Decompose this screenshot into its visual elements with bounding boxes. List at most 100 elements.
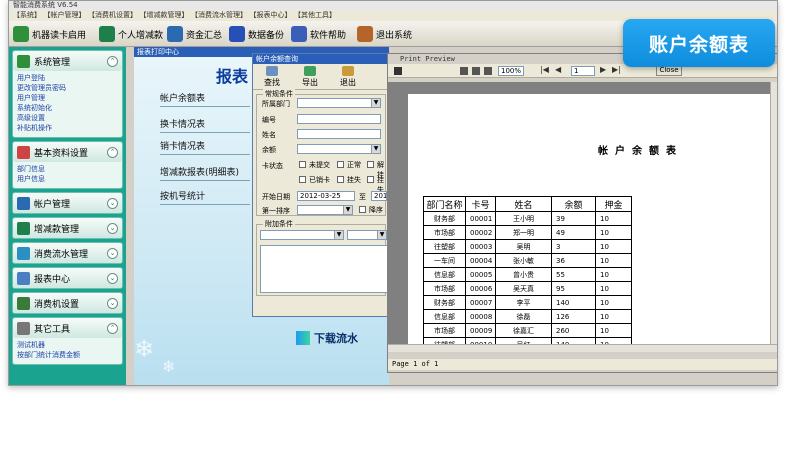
status-cancelled-checkbox[interactable] [299,176,306,183]
full-page-icon[interactable] [484,67,492,75]
name-input[interactable] [297,129,381,139]
report-link[interactable]: 增减款报表(明细表) [160,165,250,181]
group-icon [17,321,30,335]
status-unlock-checkbox[interactable] [367,161,374,168]
toolbar-button[interactable]: 退出系统 [357,24,412,44]
query-dialog-title: 帐户余额查询 [253,54,389,64]
prev-page-icon[interactable]: ◀ [555,65,561,74]
chevron-down-icon: ▼ [334,231,343,239]
printer-icon[interactable] [394,67,402,75]
menu-item[interactable]: 【消费流水管理】 [195,11,248,19]
table-cell: 39 [551,211,596,226]
sidebar-group: 消费机设置 ⌄ [12,292,123,314]
table-cell: 00007 [465,295,496,310]
find-button[interactable]: 查找 [253,64,291,89]
sidebar-link[interactable]: 用户登陆 [17,73,119,83]
sidebar-group: 其它工具 ⌃ 测试机器 按部门统计消费金额 [12,317,123,365]
chevron-down-icon[interactable]: ⌄ [107,247,118,259]
sidebar-link[interactable]: 更改管理员密码 [17,83,119,93]
chevron-up-icon[interactable]: ⌃ [107,146,118,158]
sidebar-group: 增减款管理 ⌄ [12,217,123,239]
zoom-select[interactable]: 100% [498,66,524,76]
last-page-icon[interactable]: ▶| [612,65,621,74]
toolbar-button[interactable]: 个人增减款 [99,24,163,44]
sidebar-group-label: 系统管理 [34,57,71,68]
page-width-icon[interactable] [472,67,480,75]
card-no-input[interactable] [297,114,381,124]
toolbar-button[interactable]: 机器读卡启用 [13,24,86,44]
horizontal-scrollbar[interactable] [388,344,777,352]
sidebar-group-header[interactable]: 基本资料设置 ⌃ [13,142,122,162]
menu-item[interactable]: 【增减款管理】 [143,11,189,19]
page-number-input[interactable]: 1 [571,66,595,76]
report-link-label: 增减款报表(明细表) [160,168,240,178]
sidebar-group-header[interactable]: 增减款管理 ⌄ [13,218,122,238]
sidebar-link[interactable]: 按部门统计消费金额 [17,350,119,360]
chevron-down-icon[interactable]: ⌄ [107,297,118,309]
dept-select[interactable]: ▼ [297,98,381,108]
menu-item[interactable]: 【帐户管理】 [47,11,86,19]
sidebar-link[interactable]: 部门信息 [17,164,119,174]
toolbar-button[interactable]: 软件帮助 [291,24,346,44]
sidebar-group-header[interactable]: 帐户管理 ⌄ [13,193,122,213]
download-records-button[interactable]: 下载流水 [296,330,358,346]
table-cell: 吴天真 [495,281,552,296]
toolbar-button[interactable]: 资金汇总 [167,24,222,44]
sidebar-group-header[interactable]: 其它工具 ⌃ [13,318,122,338]
extra-operator-select[interactable]: ▼ [347,230,387,240]
balance-select[interactable]: ▼ [297,144,381,154]
sidebar-link[interactable]: 高级设置 [17,113,119,123]
extra-conditions-memo[interactable] [260,245,388,293]
chevron-up-icon[interactable]: ⌃ [107,55,118,67]
one-page-icon[interactable] [460,67,468,75]
sidebar-group-header[interactable]: 报表中心 ⌄ [13,268,122,288]
table-cell: 李平 [495,295,552,310]
chevron-down-icon[interactable]: ⌄ [107,197,118,209]
vertical-scrollbar[interactable] [770,82,777,344]
report-link[interactable]: 帐户余额表 [160,91,250,107]
export-button[interactable]: 导出 [291,64,329,89]
descending-checkbox[interactable] [359,206,366,213]
sidebar-link[interactable]: 系统初始化 [17,103,119,113]
start-date-input[interactable]: 2012-03-25 [297,191,355,201]
table-cell: 10 [595,295,632,310]
sidebar-group-header[interactable]: 消费流水管理 ⌄ [13,243,122,263]
underline-divider [160,132,250,133]
extra-field-select[interactable]: ▼ [260,230,344,240]
menu-item[interactable]: 【其他工具】 [298,11,337,19]
report-link[interactable]: 按机号统计 [160,189,250,205]
exit-button[interactable]: 退出 [329,64,367,89]
conditions-group: 常规条件 所属部门 ▼ 编号 姓名 余额 ▼ 卡状态 未提交 正常 解挂 已销卡… [256,89,387,216]
end-date-input[interactable]: 201 [371,191,387,201]
next-page-icon[interactable]: ▶ [600,65,606,74]
report-page: 帐户余额表 页 打印 制表 部门名称卡号姓名余额押金 财务部00001王小明39… [408,94,774,344]
menu-item[interactable]: 【消费机设置】 [92,11,138,19]
menu-item[interactable]: 【系统】 [13,11,41,19]
sidebar-link[interactable]: 补贴机操作 [17,123,119,133]
chevron-down-icon: ▼ [371,99,380,107]
menu-item[interactable]: 【报表中心】 [253,11,292,19]
status-lost2-checkbox[interactable] [367,176,374,183]
sort-select[interactable]: ▼ [297,205,353,215]
sidebar-link[interactable]: 用户信息 [17,174,119,184]
chevron-up-icon[interactable]: ⌃ [107,322,118,334]
table-cell: 140 [551,295,596,310]
status-normal-checkbox[interactable] [337,161,344,168]
toolbar-button[interactable]: 数据备份 [229,24,284,44]
report-link[interactable]: 换卡情况表 [160,117,250,133]
first-page-icon[interactable]: |◀ [540,65,549,74]
chevron-down-icon[interactable]: ⌄ [107,272,118,284]
table-cell: 10 [595,281,632,296]
chevron-down-icon[interactable]: ⌄ [107,222,118,234]
status-lost-checkbox[interactable] [337,176,344,183]
export-icon [304,66,316,76]
status-unsubmitted-checkbox[interactable] [299,161,306,168]
table-row: 信息部 00005 曾小贵 55 10 [423,267,632,282]
sidebar-group-header[interactable]: 消费机设置 ⌄ [13,293,122,313]
sidebar-group-header[interactable]: 系统管理 ⌃ [13,51,122,71]
table-cell: 10 [595,239,632,254]
sidebar-link[interactable]: 测试机器 [17,340,119,350]
report-link[interactable]: 销卡情况表 [160,139,250,155]
sidebar-link[interactable]: 用户管理 [17,93,119,103]
table-row: 财务部 00001 王小明 39 10 [423,211,632,226]
